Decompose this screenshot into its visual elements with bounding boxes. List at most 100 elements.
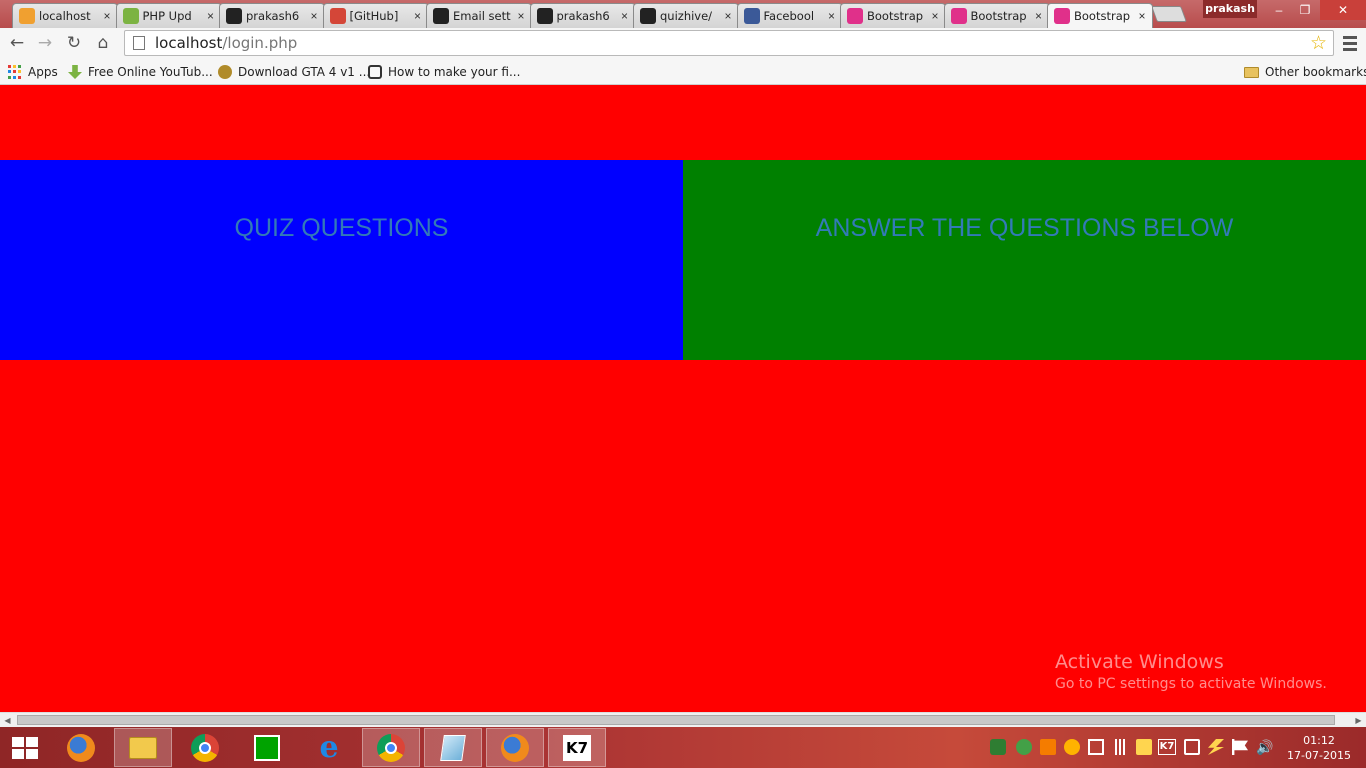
address-bar[interactable]: localhost/login.php ☆ [124,30,1334,56]
tab-title: Bootstrap [1074,9,1131,23]
tray-app-icon[interactable] [990,739,1006,755]
other-bookmarks-label: Other bookmarks [1265,65,1366,79]
forward-arrow-icon[interactable]: → [34,32,56,54]
activation-watermark: Activate Windows Go to PC settings to ac… [1055,651,1327,692]
tab-title: Facebool [763,9,815,23]
tab-close-icon[interactable]: × [929,9,941,23]
tab-title: Bootstrap [867,9,924,23]
tab-close-icon[interactable]: × [1033,9,1045,23]
browser-tab[interactable]: PHP Upd × [115,3,222,28]
browser-tab[interactable]: localhost × [12,3,118,28]
tab-close-icon[interactable]: × [1136,9,1148,23]
bootstrap-icon [950,8,967,24]
tab-title: [GitHub] [349,9,399,23]
bookmark-gta[interactable]: Download GTA 4 v1 ... [218,62,370,82]
browser-tab[interactable]: prakash6 × [219,3,325,28]
system-clock[interactable]: 01:12 17-07-2015 [1284,733,1354,763]
bookmark-apps[interactable]: Apps [8,62,58,82]
tab-close-icon[interactable]: × [515,9,527,23]
watermark-title: Activate Windows [1055,651,1224,673]
browser-tab[interactable]: prakash6 × [529,3,636,28]
tray-orange-icon[interactable] [1040,739,1056,755]
tab-close-icon[interactable]: × [722,9,734,23]
usb-device-icon[interactable] [1184,739,1200,755]
chrome-icon[interactable] [176,728,234,767]
tab-title: PHP Upd [142,9,192,23]
notepad-icon[interactable] [424,728,482,767]
k7-tray-icon[interactable]: K7 [1158,739,1176,755]
scroll-left-icon[interactable]: ◀ [0,713,15,728]
tab-close-icon[interactable]: × [826,9,838,23]
chrome-running-icon[interactable] [362,728,420,767]
url-text: localhost/login.php [155,34,297,52]
windows-start-icon[interactable] [12,737,38,759]
volume-icon[interactable]: 🔊 [1256,739,1273,755]
clock-time: 01:12 [1303,734,1335,747]
robot-icon [368,65,382,79]
browser-tab[interactable]: Email sett × [426,3,532,28]
tab-close-icon[interactable]: × [619,9,631,23]
browser-toolbar: ← → ↻ ⌂ localhost/login.php ☆ [0,28,1366,58]
quiz-questions-panel: QUIZ QUESTIONS [0,160,683,360]
answer-panel: ANSWER THE QUESTIONS BELOW [683,160,1366,360]
browser-tab[interactable]: [GitHub] × [322,3,429,28]
chrome-menu-icon[interactable] [1340,33,1360,53]
bookmark-how-to[interactable]: How to make your fi... [368,62,520,82]
tray-device-icon[interactable] [1136,739,1152,755]
gmail-icon [329,8,346,24]
horizontal-scrollbar[interactable]: ◀ ▶ [0,712,1366,727]
firefox-icon[interactable] [52,728,110,767]
internet-explorer-icon[interactable]: e [300,728,358,767]
url-host: localhost [155,34,223,52]
shield-icon [218,65,232,79]
browser-tab[interactable]: Bootstrap × [840,3,946,28]
bookmark-youtube-download[interactable]: Free Online YouTub... [68,62,213,82]
page-icon [133,36,145,50]
windows-taskbar: e K7 K7 🔊 01:12 17-07-2015 [0,727,1366,768]
github-icon [226,8,242,24]
profile-button[interactable]: prakash [1203,0,1257,18]
k7-antivirus-icon[interactable]: K7 [548,728,606,767]
back-arrow-icon[interactable]: ← [6,32,28,54]
action-center-icon[interactable] [1088,739,1104,755]
windows-store-icon[interactable] [238,728,296,767]
file-explorer-icon[interactable] [114,728,172,767]
new-tab-button[interactable] [1151,6,1187,22]
home-icon[interactable]: ⌂ [92,32,114,54]
bookmarks-bar: Apps Free Online YouTub... Download GTA … [0,58,1366,85]
minimize-button[interactable]: – [1266,0,1292,20]
browser-tab[interactable]: Bootstrap × [1047,3,1153,28]
utorrent-icon[interactable] [1016,739,1032,755]
browser-tab[interactable]: quizhive/ × [633,3,739,28]
browser-tab[interactable]: Facebool × [736,3,843,28]
close-window-button[interactable]: ✕ [1320,0,1366,20]
browser-tab[interactable]: Bootstrap × [943,3,1050,28]
network-signal-icon[interactable] [1112,739,1128,755]
folder-icon [1244,66,1259,78]
github-icon [433,8,449,24]
maximize-button[interactable]: ❐ [1292,0,1318,20]
scroll-right-icon[interactable]: ▶ [1351,713,1366,728]
other-bookmarks[interactable]: Other bookmarks [1244,62,1366,82]
bookmark-label: Download GTA 4 v1 ... [238,65,371,79]
tab-close-icon[interactable]: × [101,9,113,23]
bookmark-label: Apps [28,65,58,79]
tab-close-icon[interactable]: × [412,9,424,23]
bookmark-label: Free Online YouTub... [88,65,213,79]
url-path: /login.php [222,34,298,52]
power-icon[interactable] [1208,739,1224,755]
tab-title: Bootstrap [970,9,1027,23]
reload-icon[interactable]: ↻ [63,32,85,54]
tab-close-icon[interactable]: × [308,9,320,23]
bookmark-star-icon[interactable]: ☆ [1310,32,1327,55]
github-icon [640,8,656,24]
bookmark-label: How to make your fi... [388,65,521,79]
tray-yellow-icon[interactable] [1064,739,1080,755]
scrollbar-thumb[interactable] [17,715,1335,725]
page-content: QUIZ QUESTIONS ANSWER THE QUESTIONS BELO… [0,85,1366,712]
firefox-running-icon[interactable] [486,728,544,767]
tab-close-icon[interactable]: × [205,9,217,23]
tab-title: prakash6 [556,9,610,23]
flag-icon[interactable] [1232,739,1248,755]
tab-strip: localhost × PHP Upd × prakash6 × [GitHub] × Emai… [0,0,1366,28]
